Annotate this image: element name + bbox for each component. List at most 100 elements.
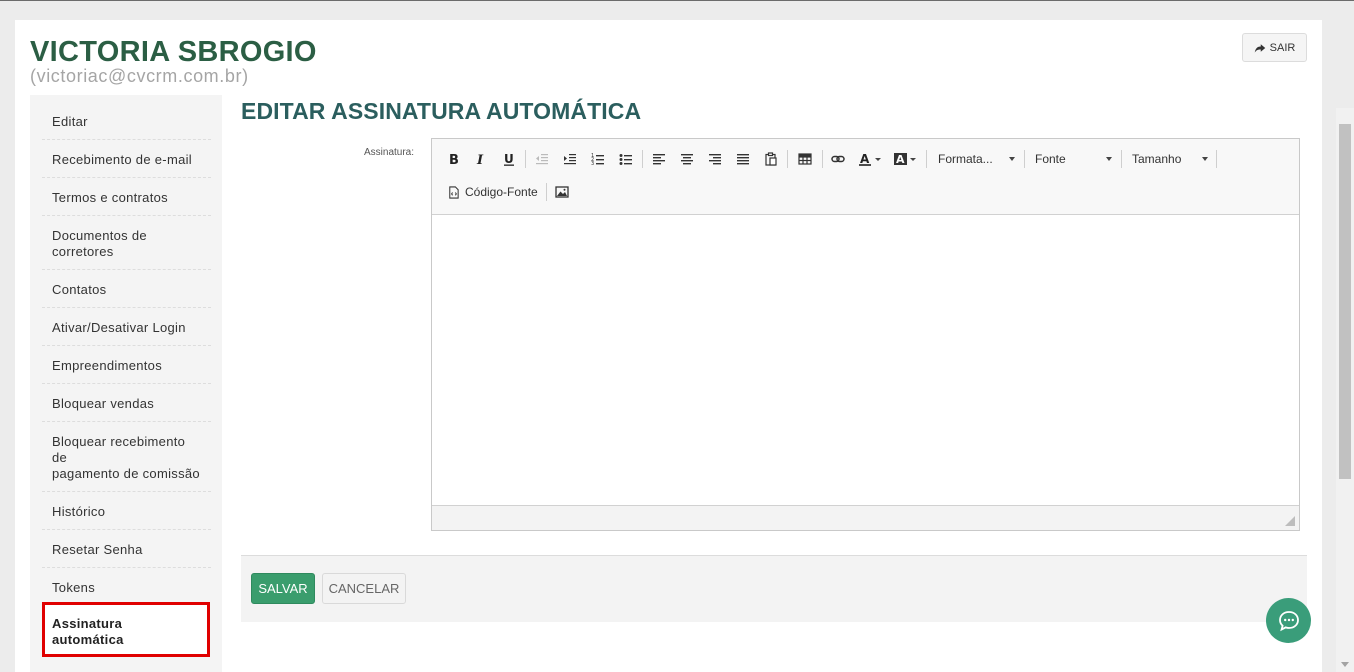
editor-statusbar	[432, 505, 1299, 530]
sidebar-item-resetar-senha[interactable]: Resetar Senha	[42, 530, 211, 568]
outdent-icon	[536, 154, 548, 165]
share-forward-icon	[1254, 43, 1265, 52]
sidebar-item-bloquear-recebimento-comissao[interactable]: Bloquear recebimento de pagamento de com…	[42, 422, 211, 492]
indent-icon	[564, 154, 576, 165]
sidebar-item-label: Termos e contratos	[52, 190, 168, 205]
toolbar-separator	[787, 150, 788, 168]
page-title: EDITAR ASSINATURA AUTOMÁTICA	[241, 98, 642, 124]
sidebar-item-historico[interactable]: Histórico	[42, 492, 211, 530]
chevron-down-icon	[1009, 157, 1015, 161]
sidebar-item-ativar-desativar-login[interactable]: Ativar/Desativar Login	[42, 308, 211, 346]
align-right-icon	[709, 154, 721, 165]
sidebar-item-label: Empreendimentos	[52, 358, 162, 373]
sidebar-item-assinatura-automatica[interactable]: Assinatura automática	[42, 602, 210, 657]
chevron-down-icon	[875, 157, 881, 161]
toolbar-separator	[546, 183, 547, 201]
sidebar-item-empreendimentos[interactable]: Empreendimentos	[42, 346, 211, 384]
align-center-button[interactable]	[677, 148, 697, 170]
link-icon	[831, 155, 845, 163]
source-code-button[interactable]: Código-Fonte	[447, 181, 538, 203]
editor-toolbar: B I U 123 A A Formata... Fonte Tamanho C…	[432, 139, 1299, 215]
svg-text:3: 3	[591, 161, 594, 166]
sidebar-item-recebimento-email[interactable]: Recebimento de e-mail	[42, 140, 211, 178]
align-justify-icon	[737, 154, 749, 165]
sidebar-item-label-line2: automática	[52, 632, 124, 647]
sidebar-menu: Editar Recebimento de e-mail Termos e co…	[30, 95, 222, 672]
chat-button[interactable]	[1266, 598, 1311, 643]
sidebar-item-bloquear-vendas[interactable]: Bloquear vendas	[42, 384, 211, 422]
window-top-border	[0, 0, 1354, 1]
bold-button[interactable]: B	[444, 148, 464, 170]
italic-button[interactable]: I	[471, 148, 491, 170]
font-dropdown[interactable]: Fonte	[1035, 148, 1112, 170]
sidebar-item-label: Ativar/Desativar Login	[52, 320, 186, 335]
toolbar-separator	[642, 150, 643, 168]
chevron-down-icon	[1106, 157, 1112, 161]
chat-bubble-icon	[1278, 610, 1299, 631]
background-color-button[interactable]: A	[890, 148, 920, 170]
svg-text:A: A	[896, 153, 905, 166]
sidebar-item-label: Bloquear recebimento	[52, 434, 186, 449]
chevron-down-icon	[910, 157, 916, 161]
image-icon	[555, 186, 569, 198]
save-button[interactable]: SALVAR	[251, 573, 315, 604]
profile-card: VICTORIA SBROGIO (victoriac@cvcrm.com.br…	[15, 20, 1322, 672]
numbered-list-button[interactable]: 123	[588, 148, 608, 170]
svg-text:B: B	[449, 153, 459, 166]
svg-text:A: A	[860, 152, 870, 166]
logout-button[interactable]: SAIR	[1242, 33, 1307, 62]
sidebar-item-editar[interactable]: Editar	[42, 95, 211, 140]
sidebar-item-termos-contratos[interactable]: Termos e contratos	[42, 178, 211, 216]
bullet-list-button[interactable]	[616, 148, 636, 170]
sidebar-item-label: Histórico	[52, 504, 106, 519]
source-code-icon	[449, 185, 459, 199]
toolbar-separator	[926, 150, 927, 168]
size-dropdown[interactable]: Tamanho	[1132, 148, 1208, 170]
sidebar-item-label-line3: pagamento de comissão	[52, 466, 200, 481]
sidebar-item-label-line2: corretores	[52, 244, 114, 259]
underline-button[interactable]: U	[499, 148, 519, 170]
table-button[interactable]	[794, 148, 816, 170]
underline-icon: U	[504, 152, 514, 166]
align-right-button[interactable]	[705, 148, 725, 170]
image-button[interactable]	[552, 181, 572, 203]
svg-text:U: U	[504, 152, 514, 166]
rich-text-editor: B I U 123 A A Formata... Fonte Tamanho C…	[431, 138, 1300, 531]
sidebar-item-tokens[interactable]: Tokens	[42, 568, 211, 606]
signature-text-area[interactable]	[432, 215, 1299, 505]
format-dropdown[interactable]: Formata...	[938, 148, 1015, 170]
paste-icon	[765, 152, 777, 166]
signature-field-label: Assinatura:	[364, 147, 415, 158]
resize-handle-icon[interactable]	[1285, 516, 1295, 526]
toolbar-separator	[1216, 150, 1217, 168]
paste-button[interactable]	[761, 148, 781, 170]
toolbar-separator	[822, 150, 823, 168]
cancel-button[interactable]: CANCELAR	[322, 573, 406, 604]
toolbar-separator	[1121, 150, 1122, 168]
text-color-button[interactable]: A	[855, 148, 885, 170]
svg-text:I: I	[476, 153, 484, 166]
sidebar-item-label: Bloquear vendas	[52, 396, 155, 411]
align-justify-button[interactable]	[733, 148, 753, 170]
size-dropdown-label: Tamanho	[1132, 152, 1182, 166]
align-left-button[interactable]	[649, 148, 669, 170]
scroll-down-arrow-icon[interactable]	[1341, 662, 1349, 667]
sidebar-item-label-line2: de	[52, 450, 68, 465]
toolbar-separator	[525, 150, 526, 168]
logout-label: SAIR	[1269, 41, 1296, 54]
scrollbar-thumb[interactable]	[1339, 124, 1351, 479]
sidebar-item-label: Resetar Senha	[52, 542, 143, 557]
sidebar-item-label: Editar	[52, 114, 88, 129]
outdent-button[interactable]	[532, 148, 552, 170]
sidebar-item-documentos-corretores[interactable]: Documentos de corretores	[42, 216, 211, 270]
text-color-icon: A	[859, 152, 871, 166]
link-button[interactable]	[828, 148, 848, 170]
font-dropdown-label: Fonte	[1035, 152, 1066, 166]
indent-button[interactable]	[560, 148, 580, 170]
toolbar-separator	[1024, 150, 1025, 168]
sidebar-item-contatos[interactable]: Contatos	[42, 270, 211, 308]
background-color-icon: A	[894, 153, 907, 166]
align-left-icon	[653, 154, 665, 165]
sidebar-item-label: Recebimento de e-mail	[52, 152, 192, 167]
sidebar-item-label: Documentos de	[52, 228, 147, 243]
